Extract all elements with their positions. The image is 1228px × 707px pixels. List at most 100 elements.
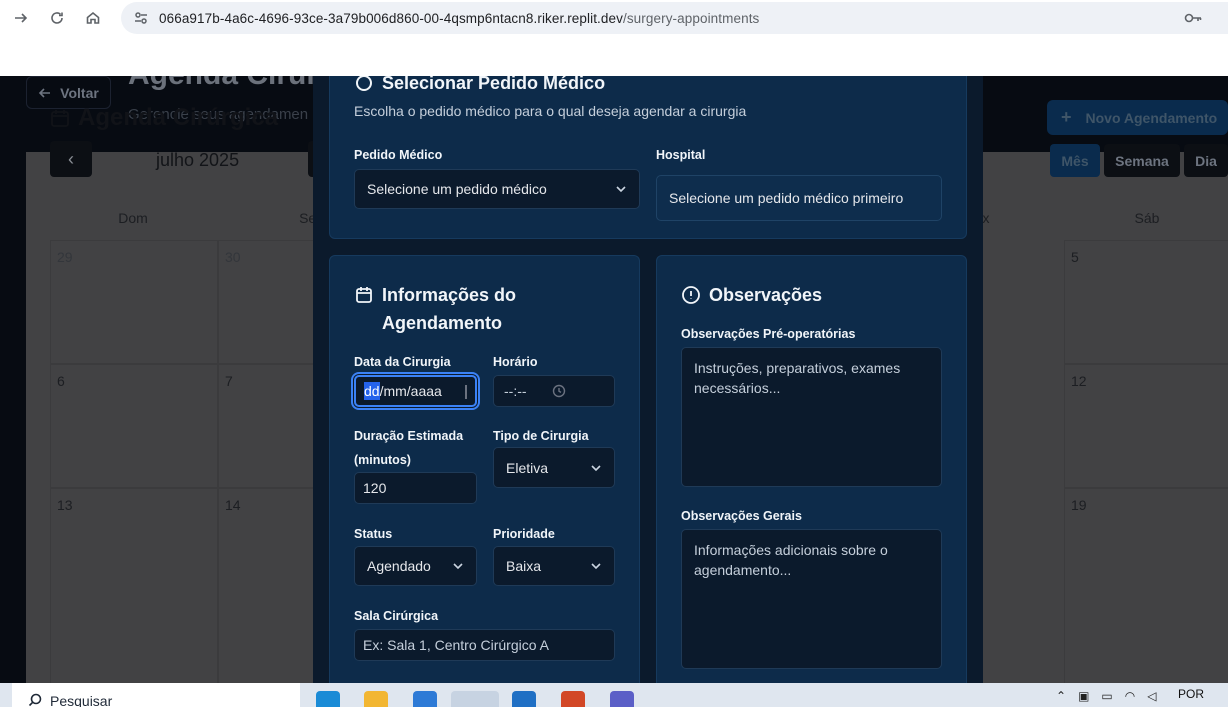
taskbar-search[interactable]: Pesquisar: [12, 683, 300, 707]
circle-icon: [356, 76, 372, 91]
date-picker-icon[interactable]: [465, 385, 471, 399]
hospital-label: Hospital: [656, 148, 706, 162]
address-bar[interactable]: 066a917b-4a6c-4696-93ce-3a79b006d860-00-…: [121, 2, 1228, 34]
preop-notes-textarea[interactable]: [681, 347, 942, 487]
observations-section: Observações Observações Pré-operatórias …: [656, 255, 967, 683]
surgery-type-value: Eletiva: [506, 459, 549, 476]
section-title: Informações do Agendamento: [354, 281, 554, 337]
chevron-down-icon: [453, 563, 463, 570]
priority-label: Prioridade: [493, 527, 555, 541]
surgery-date-label: Data da Cirurgia: [354, 355, 451, 369]
prev-month-button[interactable]: ‹: [50, 141, 92, 177]
month-label: julho 2025: [156, 150, 240, 170]
browser-spacer: [0, 36, 1228, 76]
section-description: Escolha o pedido médico para o qual dese…: [354, 103, 747, 119]
arrow-right-icon: [15, 13, 28, 23]
browser-toolbar: 066a917b-4a6c-4696-93ce-3a79b006d860-00-…: [0, 0, 1228, 36]
home-icon: [86, 11, 100, 24]
surgery-type-label: Tipo de Cirurgia: [493, 429, 589, 443]
app-tray-icon[interactable]: ▣: [1078, 689, 1089, 703]
clock-icon[interactable]: [552, 384, 566, 398]
wifi-icon[interactable]: ◠: [1125, 689, 1135, 703]
outlook-icon[interactable]: [512, 691, 536, 707]
view-day-button[interactable]: Dia: [1184, 144, 1228, 177]
chevron-down-icon: [591, 563, 601, 570]
date-segment-day: dd: [364, 382, 380, 400]
weekday-header: Dom: [118, 210, 148, 226]
appointment-info-section: Informações do Agendamento Data da Cirur…: [329, 255, 640, 683]
edge-icon[interactable]: [316, 691, 340, 707]
surgery-date-input[interactable]: dd/mm/aaaa: [354, 375, 477, 407]
reload-icon: [51, 12, 63, 24]
medical-order-value: Selecione um pedido médico: [367, 181, 547, 197]
chevron-down-icon: [591, 464, 601, 471]
forward-button[interactable]: [6, 3, 36, 33]
new-appointment-label: Novo Agendamento: [1085, 109, 1218, 126]
view-week-button[interactable]: Semana: [1104, 144, 1180, 177]
surgery-room-input[interactable]: [354, 629, 615, 661]
store-icon[interactable]: [413, 691, 437, 707]
plus-icon: +: [1061, 107, 1072, 127]
file-explorer-icon[interactable]: [364, 691, 388, 707]
search-icon: [28, 693, 42, 707]
general-notes-textarea[interactable]: [681, 529, 942, 669]
time-label: Horário: [493, 355, 538, 369]
appointment-modal: Selecionar Pedido Médico Escolha o pedid…: [313, 76, 983, 683]
view-month-button[interactable]: Mês: [1050, 144, 1100, 177]
new-appointment-button[interactable]: + Novo Agendamento: [1047, 100, 1228, 135]
page-title: Agenda Cirur: [128, 76, 318, 92]
powerpoint-icon[interactable]: [561, 691, 585, 707]
language-indicator[interactable]: POR: [1178, 687, 1204, 701]
status-label: Status: [354, 527, 393, 541]
calendar-day[interactable]: 30: [218, 240, 318, 364]
back-label: Voltar: [60, 84, 99, 101]
battery-icon[interactable]: ▭: [1101, 689, 1112, 703]
chevron-up-icon[interactable]: ⌃: [1056, 689, 1066, 703]
duration-input[interactable]: [354, 472, 477, 504]
home-button[interactable]: [78, 3, 108, 33]
time-input[interactable]: --:--: [493, 375, 615, 407]
password-key-icon[interactable]: [1184, 11, 1202, 25]
weekday-header: Seg: [299, 210, 324, 226]
medical-order-select[interactable]: Selecione um pedido médico: [354, 169, 640, 209]
reload-button[interactable]: [42, 3, 72, 33]
chevron-down-icon: [616, 186, 626, 193]
calendar-day[interactable]: 6: [50, 364, 218, 488]
preop-notes-label: Observações Pré-operatórias: [681, 327, 856, 341]
duration-label: Duração Estimada (minutos): [354, 429, 464, 467]
arrow-left-icon: [39, 87, 51, 98]
alert-circle-icon: [682, 286, 700, 304]
calendar-title: Agenda Cirúrgica: [50, 104, 278, 132]
calendar-day[interactable]: 14: [218, 488, 318, 688]
url-text: 066a917b-4a6c-4696-93ce-3a79b006d860-00-…: [159, 10, 760, 26]
teams-icon[interactable]: [610, 691, 634, 707]
calendar-day[interactable]: 5: [1064, 240, 1228, 364]
calendar-day[interactable]: 13: [50, 488, 218, 688]
medical-order-section: Selecionar Pedido Médico Escolha o pedid…: [329, 76, 967, 239]
calendar-icon: [356, 287, 372, 303]
section-title: Selecionar Pedido Médico: [354, 76, 605, 97]
volume-icon[interactable]: ◁: [1147, 689, 1156, 703]
status-select[interactable]: Agendado: [354, 546, 477, 586]
status-value: Agendado: [367, 558, 431, 574]
section-title: Observações: [681, 281, 822, 309]
calendar-day[interactable]: 19: [1064, 488, 1228, 688]
date-segment-rest: /mm/aaaa: [379, 383, 442, 399]
chevron-left-icon: ‹: [68, 148, 74, 169]
search-label: Pesquisar: [50, 693, 113, 707]
calendar-day[interactable]: 29: [50, 240, 218, 364]
surgery-type-select[interactable]: Eletiva: [493, 447, 615, 488]
hospital-field: Selecione um pedido médico primeiro: [656, 175, 942, 221]
calendar-day[interactable]: 7: [218, 364, 318, 488]
chrome-icon[interactable]: [451, 691, 499, 707]
calendar-icon: [51, 110, 69, 127]
priority-value: Baixa: [506, 558, 542, 574]
priority-select[interactable]: Baixa: [493, 546, 615, 586]
hospital-value: Selecione um pedido médico primeiro: [669, 190, 904, 206]
system-tray: ⌃ ▣ ▭ ◠ ◁: [1056, 689, 1156, 703]
calendar-day[interactable]: 12: [1064, 364, 1228, 488]
general-notes-label: Observações Gerais: [681, 509, 802, 523]
calendar-title-text: Agenda Cirúrgica: [78, 104, 279, 131]
site-settings-icon[interactable]: [133, 10, 149, 26]
time-value: --:--: [504, 383, 527, 399]
